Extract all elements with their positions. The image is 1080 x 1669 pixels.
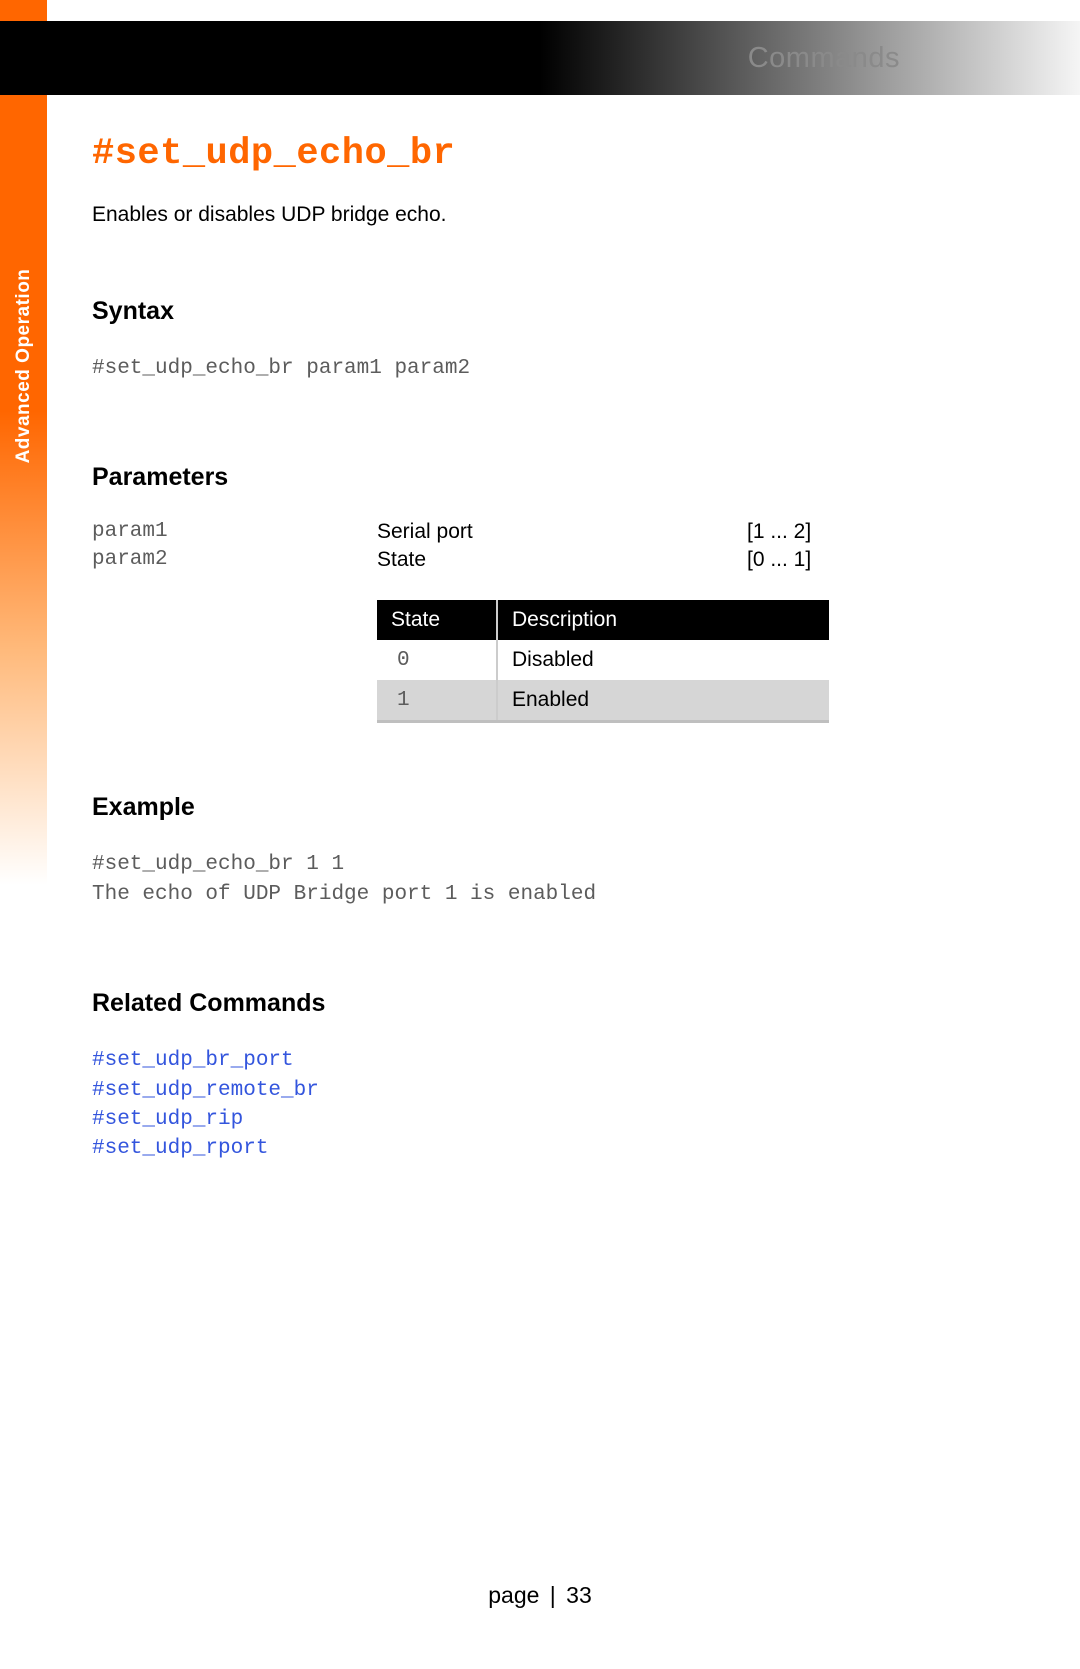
state-value: 1 [377,680,497,722]
related-link[interactable]: #set_udp_rip [92,1105,962,1134]
table-header-row: State Description [377,600,829,640]
related-link[interactable]: #set_udp_br_port [92,1046,962,1075]
param-desc: State [377,548,747,572]
param-range: [0 ... 1] [747,548,811,572]
content: #set_udp_echo_br Enables or disables UDP… [92,133,962,1204]
table-row: 1 Enabled [377,680,829,722]
param-name: param1 [92,520,377,544]
description-header: Description [497,600,829,640]
page: Commands Advanced Operation #set_udp_ech… [0,0,1080,1669]
related-heading: Related Commands [92,989,962,1018]
param-row: param1 Serial port [1 ... 2] [92,520,962,544]
param-desc: Serial port [377,520,747,544]
command-title: #set_udp_echo_br [92,133,962,175]
top-orange-strip [0,0,47,21]
related-section: Related Commands #set_udp_br_port #set_u… [92,989,962,1164]
state-table: State Description 0 Disabled 1 Enabled [377,600,829,723]
header-title: Commands [748,42,900,75]
example-heading: Example [92,793,962,822]
example-code: #set_udp_echo_br 1 1 The echo of UDP Bri… [92,850,962,909]
state-desc: Disabled [497,640,829,680]
table-row: 0 Disabled [377,640,829,680]
parameters-heading: Parameters [92,463,962,492]
footer-separator: | [550,1582,556,1608]
state-header: State [377,600,497,640]
syntax-code: #set_udp_echo_br param1 param2 [92,354,962,383]
parameters-section: Parameters param1 Serial port [1 ... 2] … [92,463,962,723]
page-footer: page | 33 [0,1582,1080,1609]
example-section: Example #set_udp_echo_br 1 1 The echo of… [92,793,962,909]
state-desc: Enabled [497,680,829,722]
sidebar-label: Advanced Operation [13,269,35,464]
param-row: param2 State [0 ... 1] [92,548,962,572]
param-name: param2 [92,548,377,572]
header-bar: Commands [0,21,1080,95]
syntax-section: Syntax #set_udp_echo_br param1 param2 [92,297,962,383]
related-link[interactable]: #set_udp_rport [92,1134,962,1163]
state-value: 0 [377,640,497,680]
command-description: Enables or disables UDP bridge echo. [92,203,962,227]
related-link[interactable]: #set_udp_remote_br [92,1076,962,1105]
footer-page-number: 33 [566,1582,592,1608]
param-range: [1 ... 2] [747,520,811,544]
footer-label: page [488,1582,539,1608]
syntax-heading: Syntax [92,297,962,326]
sidebar: Advanced Operation [0,95,47,885]
